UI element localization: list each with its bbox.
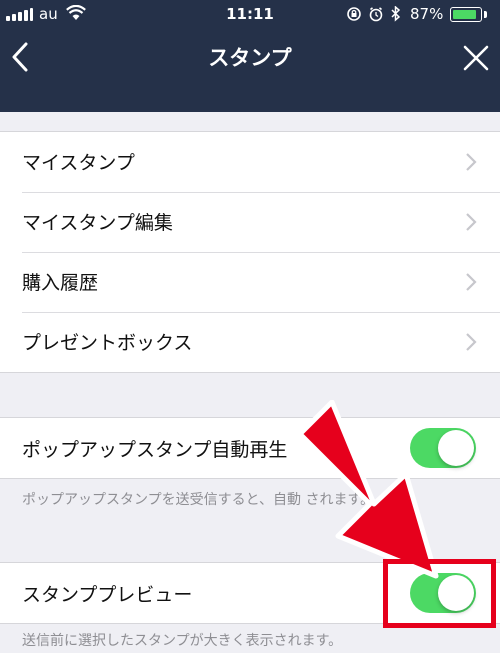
menu-item-label: 購入履歴 — [22, 272, 99, 294]
popup-autoplay-label: ポップアップスタンプ自動再生 — [22, 439, 288, 461]
stamp-preview-description: 送信前に選択したスタンプが大きく表示されます。 — [22, 633, 343, 649]
menu-item-edit-my-stamps[interactable]: マイスタンプ編集 — [0, 192, 500, 252]
chevron-right-icon — [466, 333, 477, 351]
close-icon[interactable] — [462, 44, 490, 72]
stamp-menu-list: マイスタンプ マイスタンプ編集 購入履歴 プレゼントボックス — [0, 131, 500, 373]
stamp-preview-label: スタンププレビュー — [22, 584, 193, 606]
battery-tip — [484, 11, 487, 18]
top-bar: au 11:11 87% スタンプ — [0, 0, 500, 112]
status-bar: au 11:11 87% — [0, 0, 500, 30]
chevron-right-icon — [466, 213, 477, 231]
menu-item-my-stamps[interactable]: マイスタンプ — [0, 132, 500, 192]
status-icons — [347, 6, 401, 22]
annotation-arrow — [298, 400, 439, 579]
bluetooth-icon — [391, 6, 401, 22]
chevron-right-icon — [466, 153, 477, 171]
chevron-right-icon — [466, 273, 477, 291]
menu-item-label: プレゼントボックス — [22, 332, 193, 354]
menu-item-present-box[interactable]: プレゼントボックス — [0, 312, 500, 372]
menu-item-label: マイスタンプ — [22, 152, 135, 174]
alarm-icon — [369, 7, 383, 22]
annotation-highlight-box — [383, 559, 496, 628]
battery-icon — [450, 7, 482, 22]
page-title: スタンプ — [208, 46, 292, 70]
menu-item-purchase-history[interactable]: 購入履歴 — [0, 252, 500, 312]
menu-item-label: マイスタンプ編集 — [22, 212, 173, 234]
battery-percent: 87% — [410, 5, 444, 23]
rotation-lock-icon — [347, 7, 361, 21]
